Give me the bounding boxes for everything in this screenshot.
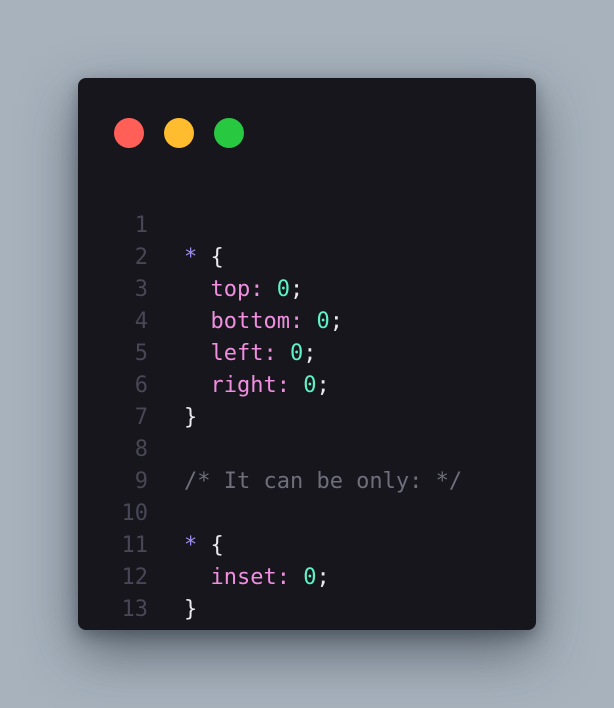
code-line-6: 6 } [78, 338, 536, 430]
close-button[interactable] [114, 118, 144, 148]
code-line-7: 7 [78, 370, 536, 430]
code-line-4: 4 left: 0; [78, 274, 536, 366]
code-line-8: 8 /* It can be only: */ [78, 402, 536, 494]
code-block: 1 * { 2 top: 0; 3 bottom: 0; 4 left: 0; … [78, 178, 536, 622]
canvas-background: 1 * { 2 top: 0; 3 bottom: 0; 4 left: 0; … [0, 0, 614, 708]
code-line-13: 13 [78, 562, 536, 622]
code-line-12: 12 } [78, 530, 536, 622]
code-line-5: 5 right: 0; [78, 306, 536, 398]
line-content: } [184, 594, 197, 626]
close-brace: } [184, 597, 198, 622]
code-line-11: 11 inset: 0; [78, 498, 536, 590]
code-line-1: 1 * { [78, 178, 536, 270]
code-line-9: 9 [78, 434, 536, 494]
code-line-10: 10 * { [78, 466, 536, 558]
line-number: 13 [121, 597, 149, 622]
maximize-button[interactable] [214, 118, 244, 148]
minimize-button[interactable] [164, 118, 194, 148]
code-window: 1 * { 2 top: 0; 3 bottom: 0; 4 left: 0; … [78, 78, 536, 630]
code-line-3: 3 bottom: 0; [78, 242, 536, 334]
code-line-2: 2 top: 0; [78, 210, 536, 302]
